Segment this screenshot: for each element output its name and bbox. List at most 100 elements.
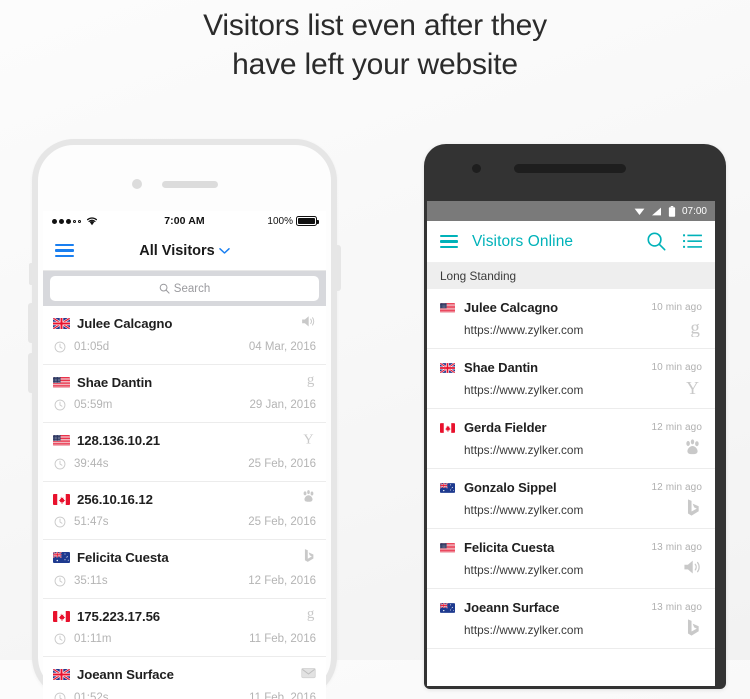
page-title-line-2: have left your website xyxy=(232,48,518,81)
visitor-row-secondary: 39:44s 25 Feb, 2016 xyxy=(53,453,316,475)
visitor-row-secondary: https://www.zylker.com xyxy=(440,559,702,581)
page-title-line-1: Visitors list even after they xyxy=(203,9,547,42)
speaker-icon xyxy=(684,560,700,574)
flag-usa-icon xyxy=(53,376,70,388)
google-icon: g xyxy=(690,317,700,338)
mute-switch[interactable] xyxy=(29,263,33,285)
visit-relative-time: 10 min ago xyxy=(651,362,702,373)
bing-icon xyxy=(304,548,314,562)
flag-aus-icon xyxy=(53,552,70,564)
signal-bars-icon xyxy=(651,207,661,215)
search-input[interactable]: Search xyxy=(50,276,319,301)
hamburger-menu-icon[interactable] xyxy=(55,243,74,258)
list-item[interactable]: Joeann Surface 13 min ago https://www.zy… xyxy=(427,589,715,649)
volume-down-button[interactable] xyxy=(28,353,33,393)
visitor-source-icon xyxy=(683,438,702,462)
power-button[interactable] xyxy=(336,245,341,291)
visitor-row-secondary: https://www.zylker.com xyxy=(440,438,702,462)
visitor-source-icon: g xyxy=(305,372,316,392)
clock-icon xyxy=(54,341,66,353)
status-time: 7:00 AM xyxy=(164,215,205,227)
table-row[interactable]: Shae Dantin g 05:59m 29 Jan, 2016 xyxy=(43,365,326,423)
visit-relative-time: 12 min ago xyxy=(651,422,702,433)
battery-icon xyxy=(668,205,676,217)
search-icon[interactable] xyxy=(646,231,667,252)
visit-relative-time: 10 min ago xyxy=(651,302,702,313)
visitor-row-secondary: 05:59m 29 Jan, 2016 xyxy=(53,394,316,416)
table-row[interactable]: 175.223.17.56 g 01:11m 11 Feb, 2016 xyxy=(43,599,326,657)
visitor-row-secondary: 01:05d 04 Mar, 2016 xyxy=(53,336,316,358)
svg-text:g: g xyxy=(307,606,315,621)
visitor-url: https://www.zylker.com xyxy=(464,562,584,577)
visit-date: 25 Feb, 2016 xyxy=(248,457,316,470)
hamburger-menu-icon[interactable] xyxy=(440,235,458,248)
ios-status-bar: 7:00 AM 100% xyxy=(43,211,326,231)
table-row[interactable]: Julee Calcagno 01:05d 04 Mar, 2016 xyxy=(43,306,326,365)
battery-icon xyxy=(296,216,319,226)
visitor-source-icon: g xyxy=(688,317,702,342)
visit-duration: 51:47s xyxy=(74,516,109,529)
svg-text:g: g xyxy=(307,372,315,387)
android-app-bar: Visitors Online xyxy=(427,221,715,263)
visit-duration: 01:05d xyxy=(74,340,110,353)
list-item[interactable]: Shae Dantin 10 min ago https://www.zylke… xyxy=(427,349,715,409)
ios-search-bar: Search xyxy=(43,271,326,306)
visitor-source-icon: Y xyxy=(683,378,702,402)
list-item[interactable]: Felicita Cuesta 13 min ago https://www.z… xyxy=(427,529,715,589)
android-device-mockup: 07:00 Visitors Online Long Standing Jule… xyxy=(424,144,726,689)
visitor-row-primary: Joeann Surface xyxy=(53,663,316,687)
visitor-url: https://www.zylker.com xyxy=(464,622,584,637)
search-placeholder: Search xyxy=(173,282,211,295)
flag-usa-icon xyxy=(440,302,455,313)
visit-relative-time: 13 min ago xyxy=(651,542,702,553)
visit-duration: 05:59m xyxy=(74,399,113,412)
visit-date: 11 Feb, 2016 xyxy=(249,691,316,699)
android-visitor-list: Julee Calcagno 10 min ago https://www.zy… xyxy=(427,289,715,649)
list-item[interactable]: Julee Calcagno 10 min ago https://www.zy… xyxy=(427,289,715,349)
front-camera-icon xyxy=(472,164,481,173)
baidu-paw-icon xyxy=(686,438,699,454)
ios-nav-bar: All Visitors xyxy=(43,231,326,271)
ios-nav-title-label: All Visitors xyxy=(139,242,215,259)
flag-aus-icon xyxy=(440,482,455,493)
iphone-device-mockup: 7:00 AM 100% All Visitors Search Julee C… xyxy=(28,139,341,699)
visitor-source-icon: g xyxy=(305,606,316,626)
clock-icon xyxy=(54,692,66,699)
flag-uk-icon xyxy=(53,318,70,330)
visitor-row-primary: Felicita Cuesta 13 min ago xyxy=(440,537,702,559)
visitor-row-secondary: 01:52s 11 Feb, 2016 xyxy=(53,687,316,699)
wifi-icon xyxy=(634,208,645,215)
visit-duration: 01:11m xyxy=(74,633,112,646)
visitor-row-primary: 256.10.16.12 xyxy=(53,487,316,511)
visitor-row-primary: Julee Calcagno xyxy=(53,312,316,336)
android-app-bar-actions xyxy=(646,231,702,252)
visitor-row-primary: Felicita Cuesta xyxy=(53,546,316,570)
volume-up-button[interactable] xyxy=(28,303,33,343)
flag-can-icon xyxy=(53,493,70,505)
visitor-name: Felicita Cuesta xyxy=(464,540,555,555)
visit-relative-time: 13 min ago xyxy=(651,602,702,613)
ios-nav-title[interactable]: All Visitors xyxy=(43,243,326,259)
search-icon xyxy=(159,283,170,294)
list-view-icon[interactable] xyxy=(683,233,702,250)
visitor-name: Joeann Surface xyxy=(77,667,174,683)
table-row[interactable]: 128.136.10.21 Y 39:44s 25 Feb, 2016 xyxy=(43,423,326,482)
visitor-name: Julee Calcagno xyxy=(77,316,173,332)
table-row[interactable]: Felicita Cuesta 35:11s 12 Feb, 2016 xyxy=(43,540,326,599)
visitor-row-primary: Shae Dantin g xyxy=(53,370,316,394)
visit-duration: 39:44s xyxy=(74,457,109,470)
list-item[interactable]: Gerda Fielder 12 min ago https://www.zyl… xyxy=(427,409,715,469)
visitor-row-secondary: 01:11m 11 Feb, 2016 xyxy=(53,628,316,650)
clock-icon xyxy=(54,516,66,528)
visitor-source-icon xyxy=(683,618,702,642)
visitor-row-primary: Gerda Fielder 12 min ago xyxy=(440,417,702,439)
flag-usa-icon xyxy=(440,542,455,553)
visit-date: 29 Jan, 2016 xyxy=(249,399,316,412)
table-row[interactable]: Joeann Surface 01:52s 11 Feb, 2016 xyxy=(43,657,326,699)
flag-usa-icon xyxy=(53,435,70,447)
table-row[interactable]: 256.10.16.12 51:47s 25 Feb, 2016 xyxy=(43,482,326,540)
list-item[interactable]: Gonzalo Sippel 12 min ago https://www.zy… xyxy=(427,469,715,529)
clock-icon xyxy=(54,458,66,470)
visitor-name: 128.136.10.21 xyxy=(77,433,161,449)
visitor-row-secondary: https://www.zylker.com xyxy=(440,498,702,521)
